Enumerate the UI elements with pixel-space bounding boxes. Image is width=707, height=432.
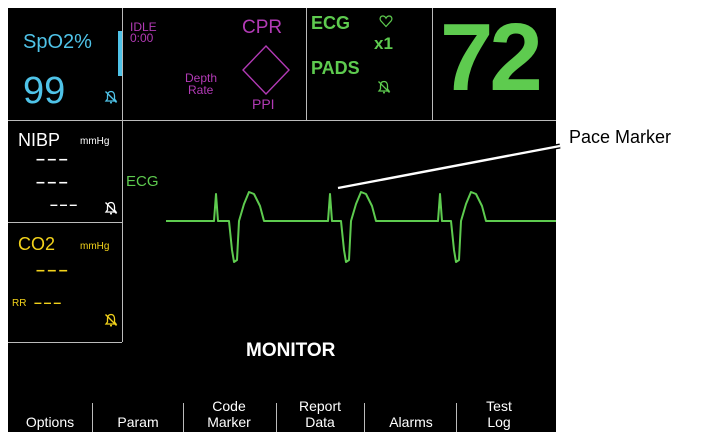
pace-marker-callout: Pace Marker bbox=[569, 127, 672, 147]
pace-marker-leader-line bbox=[337, 143, 561, 191]
